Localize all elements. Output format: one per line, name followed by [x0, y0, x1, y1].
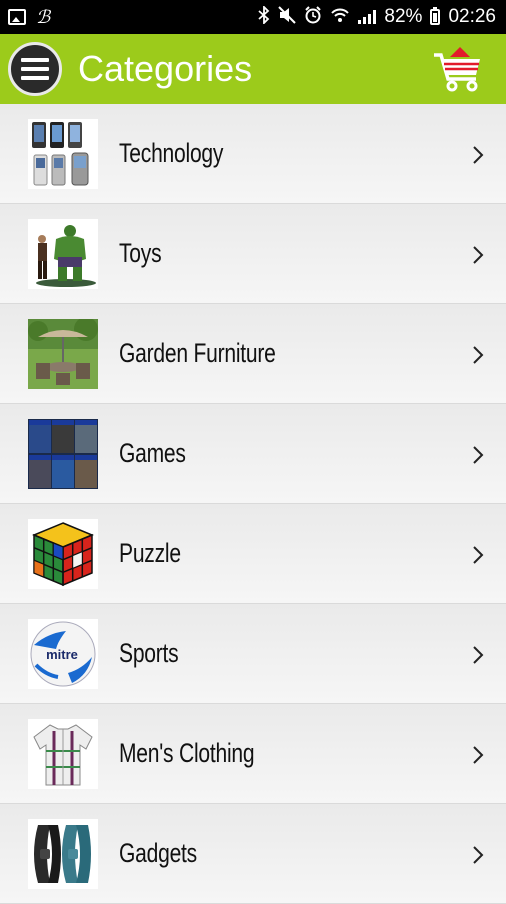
- shopping-cart-icon: [434, 47, 480, 92]
- category-label: Sports: [119, 638, 179, 668]
- b-notification-icon: ℬ: [36, 7, 51, 27]
- status-bar: ℬ 82% 02:26: [0, 0, 506, 34]
- chevron-right-icon: [473, 145, 484, 164]
- chevron-right-icon: [473, 645, 484, 664]
- fitness-bands-thumbnail: [28, 818, 98, 889]
- chevron-right-icon: [473, 245, 484, 264]
- category-row-toys[interactable]: Toys: [0, 204, 506, 304]
- chevron-right-icon: [473, 445, 484, 464]
- category-row-games[interactable]: Games: [0, 404, 506, 504]
- action-figures-thumbnail: [28, 218, 98, 289]
- category-label: Gadgets: [119, 838, 197, 868]
- ball-brand-text: mitre: [46, 647, 78, 662]
- garden-set-thumbnail: [28, 318, 98, 389]
- wifi-icon: [330, 6, 350, 28]
- category-row-gadgets[interactable]: Gadgets: [0, 804, 506, 904]
- chevron-right-icon: [473, 745, 484, 764]
- clock: 02:26: [448, 6, 496, 27]
- category-label: Games: [119, 438, 186, 468]
- alarm-icon: [304, 6, 322, 28]
- category-row-puzzle[interactable]: Puzzle: [0, 504, 506, 604]
- category-row-mens-clothing[interactable]: Men's Clothing: [0, 704, 506, 804]
- phones-thumbnail: [28, 118, 98, 189]
- bluetooth-icon: [258, 4, 270, 28]
- rubiks-cube-thumbnail: [28, 518, 98, 589]
- cart-button[interactable]: [432, 43, 484, 95]
- soccer-ball-thumbnail: mitre: [28, 618, 98, 689]
- category-row-sports[interactable]: mitre Sports: [0, 604, 506, 704]
- chevron-right-icon: [473, 345, 484, 364]
- category-label: Men's Clothing: [119, 738, 255, 768]
- app-bar: Categories: [0, 34, 506, 104]
- category-label: Toys: [119, 238, 162, 268]
- page-title: Categories: [78, 48, 253, 89]
- chevron-right-icon: [473, 545, 484, 564]
- game-covers-thumbnail: [28, 418, 98, 489]
- battery-percent: 82%: [384, 6, 423, 27]
- battery-icon: [430, 7, 441, 25]
- category-list: Technology Toys Garden Furniture Games P…: [0, 104, 506, 904]
- category-label: Puzzle: [119, 538, 181, 568]
- category-row-technology[interactable]: Technology: [0, 104, 506, 204]
- mute-icon: [278, 6, 297, 28]
- category-label: Garden Furniture: [119, 338, 276, 368]
- category-row-garden-furniture[interactable]: Garden Furniture: [0, 304, 506, 404]
- chevron-right-icon: [473, 845, 484, 864]
- category-label: Technology: [119, 138, 224, 168]
- shirt-thumbnail: [28, 718, 98, 789]
- gallery-notification-icon: [8, 9, 26, 25]
- signal-icon: [358, 10, 377, 24]
- hamburger-icon: [21, 58, 49, 62]
- menu-button[interactable]: [8, 42, 62, 96]
